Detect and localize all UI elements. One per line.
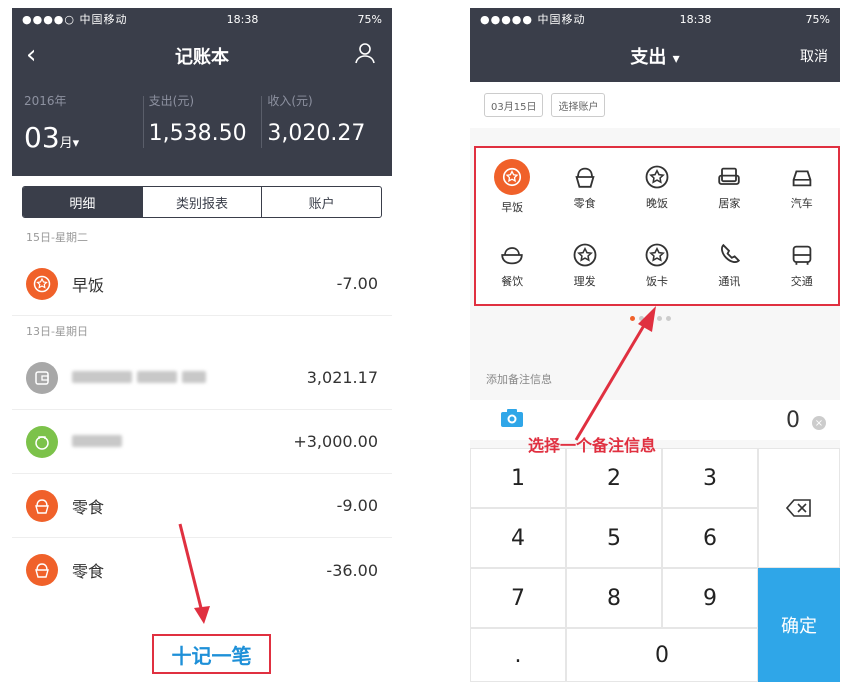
memo-label[interactable]: 添加备注信息: [486, 371, 552, 387]
item-amount: -9.00: [336, 496, 378, 515]
amount-value: 0: [786, 408, 800, 433]
cupcake-icon: [26, 489, 58, 522]
tab-category-report[interactable]: 类别报表: [141, 187, 262, 217]
category-home[interactable]: 居家: [693, 148, 765, 226]
date-chip[interactable]: 03月15日: [484, 93, 544, 117]
cupcake-icon: [574, 167, 595, 188]
item-name-blurred: [72, 432, 293, 451]
key-3[interactable]: 3: [662, 448, 758, 508]
item-amount: +3,000.00: [293, 432, 378, 451]
category-snack[interactable]: 零食: [548, 148, 620, 226]
category-breakfast[interactable]: 早饭: [476, 148, 548, 226]
caret-down-icon: ▾: [72, 136, 80, 151]
item-amount: -36.00: [326, 560, 378, 580]
haircut-icon: [573, 243, 596, 267]
summary-panel: 2016年 03月▾ 支出(元) 1,538.50 收入(元) 3,020.27: [12, 82, 392, 176]
key-0[interactable]: 0: [566, 628, 758, 682]
key-6[interactable]: 6: [662, 508, 758, 568]
back-chevron-icon[interactable]: ‹: [26, 40, 36, 70]
status-bar: ●●●●○ 中国移动 18:38 75%: [12, 8, 392, 30]
key-9[interactable]: 9: [662, 568, 758, 628]
carrier: ●●●●● 中国移动: [480, 13, 586, 26]
car-icon: [792, 170, 812, 187]
annotation-arrow-up: [574, 306, 656, 441]
category-transport[interactable]: 交通: [766, 226, 838, 304]
clear-icon[interactable]: ×: [812, 416, 826, 430]
nav-bar: 支出 ▾ 取消: [470, 30, 840, 82]
phone-icon: [721, 243, 741, 263]
category-car[interactable]: 汽车: [766, 148, 838, 226]
category-grid: 早饭 零食 晚饭 居家 汽车 餐饮 理发 饭卡 通讯 交通: [474, 146, 840, 306]
status-bar: ●●●●● 中国移动 18:38 75%: [470, 8, 840, 30]
day-header: 15日-星期二: [26, 231, 88, 244]
time: 18:38: [226, 12, 259, 26]
category-meal-card[interactable]: 饭卡: [621, 226, 693, 304]
bowl-icon: [501, 247, 523, 265]
battery: 75%: [805, 12, 830, 26]
income-value: 3,020.27: [267, 121, 366, 146]
key-1[interactable]: 1: [470, 448, 566, 508]
list-item[interactable]: 早饭 -7.00: [12, 252, 392, 316]
right-header: ●●●●● 中国移动 18:38 75% 支出 ▾ 取消: [470, 8, 840, 82]
breakfast-icon: [26, 267, 58, 300]
year-label: 2016年: [24, 94, 67, 108]
list-item[interactable]: +3,000.00: [12, 410, 392, 474]
page-title: 记账本: [175, 47, 229, 68]
breakfast-icon: [494, 159, 531, 195]
nav-bar: ‹ 记账本: [12, 30, 392, 82]
category-dinner[interactable]: 晚饭: [621, 148, 693, 226]
category-telecom[interactable]: 通讯: [693, 226, 765, 304]
tab-account[interactable]: 账户: [261, 187, 381, 217]
cancel-button[interactable]: 取消: [800, 46, 828, 66]
item-name: 零食: [72, 497, 105, 517]
bus-icon: [792, 245, 812, 265]
battery: 75%: [357, 12, 382, 26]
meal-card-icon: [645, 243, 669, 267]
cupcake-icon: [26, 554, 58, 586]
caret-down-icon: ▾: [672, 51, 680, 67]
camera-icon[interactable]: [500, 408, 524, 432]
confirm-button[interactable]: 确定: [758, 568, 840, 682]
key-8[interactable]: 8: [566, 568, 662, 628]
carrier: ●●●●○ 中国移动: [22, 13, 128, 26]
dinner-icon: [645, 165, 669, 189]
annotation-text: 选择一个备注信息: [528, 436, 657, 455]
keypad: 1 2 3 4 5 6 7 8 9 确定 . 0: [470, 448, 840, 682]
item-name: 早饭: [72, 275, 105, 295]
expense-label: 支出(元): [148, 94, 195, 108]
category-dining[interactable]: 餐饮: [476, 226, 548, 304]
annotation-arrow-down: [178, 523, 210, 624]
key-2[interactable]: 2: [566, 448, 662, 508]
account-chip[interactable]: 选择账户: [551, 93, 606, 117]
key-dot[interactable]: .: [470, 628, 566, 682]
key-7[interactable]: 7: [470, 568, 566, 628]
item-amount: 3,021.17: [306, 368, 378, 387]
user-icon[interactable]: [354, 42, 376, 68]
month-picker[interactable]: 2016年 03月▾: [24, 82, 143, 176]
key-4[interactable]: 4: [470, 508, 566, 568]
backspace-icon: [786, 499, 811, 517]
bag-icon: [26, 425, 58, 458]
income-summary: 收入(元) 3,020.27: [261, 82, 380, 176]
segment-control: 明细 类别报表 账户: [22, 186, 382, 218]
month-value[interactable]: 03月▾: [24, 121, 143, 154]
chip-bar: 03月15日 选择账户: [470, 82, 840, 128]
income-label: 收入(元): [267, 94, 313, 108]
type-selector[interactable]: 支出 ▾: [630, 43, 679, 69]
left-header: ●●●●○ 中国移动 18:38 75% ‹ 记账本 2016年 03月▾ 支出…: [12, 8, 392, 176]
time: 18:38: [679, 12, 712, 26]
day-header: 13日-星期日: [26, 325, 88, 338]
category-haircut[interactable]: 理发: [548, 226, 620, 304]
item-amount: -7.00: [336, 274, 378, 293]
wallet-icon: [26, 361, 58, 394]
backspace-key[interactable]: [758, 448, 840, 568]
expense-value: 1,538.50: [148, 121, 247, 146]
list-item[interactable]: 3,021.17: [12, 346, 392, 410]
key-5[interactable]: 5: [566, 508, 662, 568]
item-name-blurred: [72, 368, 307, 387]
tab-detail[interactable]: 明细: [23, 187, 142, 217]
add-record-button[interactable]: 十记一笔: [152, 634, 271, 674]
expense-summary: 支出(元) 1,538.50: [142, 82, 262, 176]
sofa-icon: [718, 167, 741, 185]
